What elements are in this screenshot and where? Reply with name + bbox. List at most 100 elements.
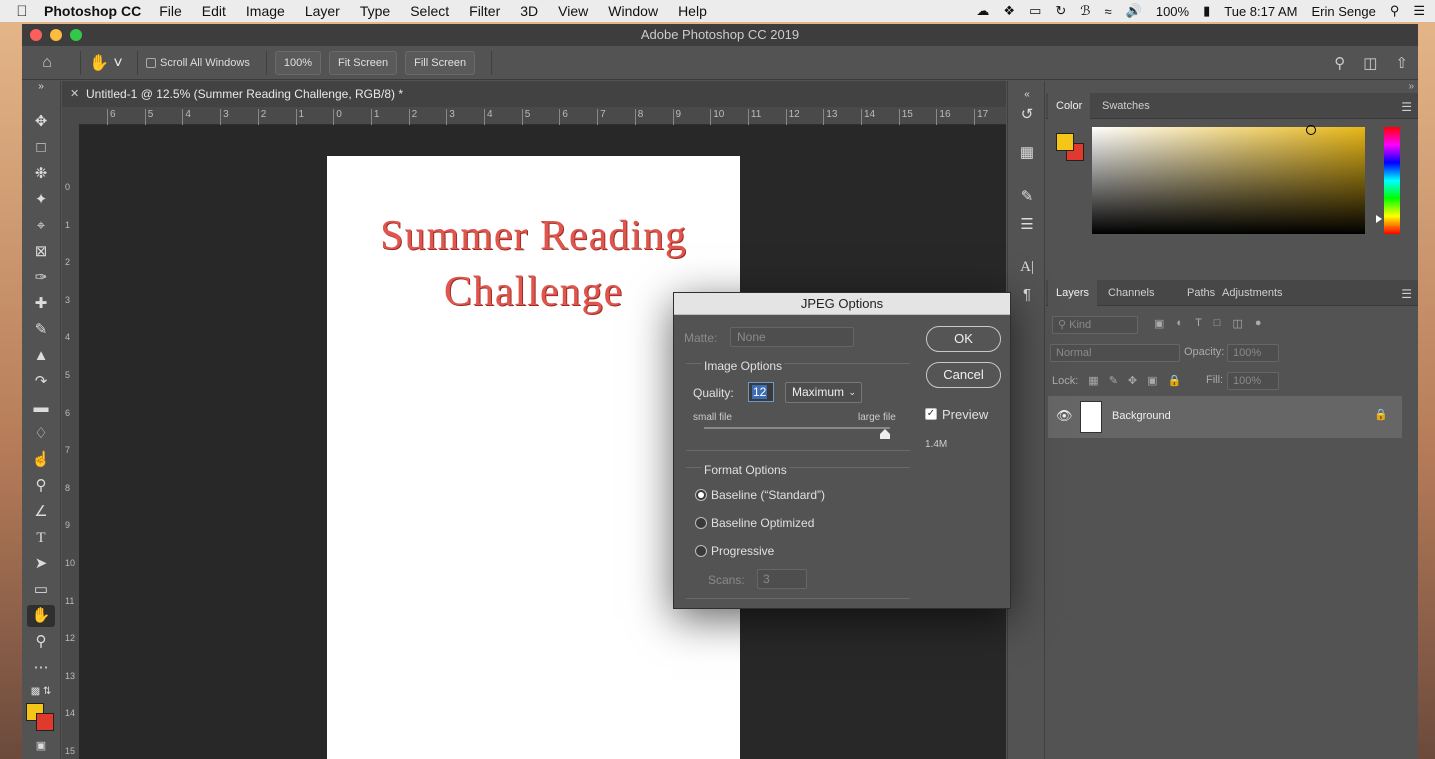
swap-colors-icon[interactable]: ▩ ⇅ (27, 681, 55, 703)
background-color-swatch[interactable] (36, 713, 54, 731)
hand-tool-preset-icon[interactable]: ✋ ˅ (89, 53, 129, 73)
baseline-standard-label[interactable]: Baseline (“Standard”) (711, 488, 825, 502)
dropbox-icon[interactable]: ❖ (1003, 3, 1015, 19)
smudge-tool-icon[interactable]: ☝ (27, 449, 55, 471)
stamp-tool-icon[interactable]: ▲ (27, 345, 55, 367)
3d-panel-icon[interactable]: ▦ (1017, 143, 1037, 163)
layer-name[interactable]: Background (1112, 410, 1171, 422)
collapse-panels-icon[interactable]: » (1408, 81, 1414, 92)
progressive-label[interactable]: Progressive (711, 544, 774, 558)
blend-mode-select[interactable]: Normal (1050, 344, 1180, 362)
clock[interactable]: Tue 8:17 AM (1224, 4, 1297, 19)
rectangle-tool-icon[interactable]: ▭ (27, 579, 55, 601)
color-panel-menu-icon[interactable]: ☰ (1401, 100, 1412, 114)
vertical-ruler[interactable]: 0 1 2 3 4 5 6 7 8 9 10 11 12 13 14 15 (62, 125, 79, 759)
opacity-input[interactable]: 100% (1227, 344, 1279, 362)
tab-swatches[interactable]: Swatches (1094, 93, 1158, 119)
baseline-optimized-label[interactable]: Baseline Optimized (711, 516, 814, 530)
lock-position-icon[interactable]: ✥ (1128, 374, 1137, 387)
filter-toggle-icon[interactable]: ● (1255, 317, 1262, 330)
quality-preset-select[interactable]: Maximum ⌄ (785, 382, 862, 403)
layer-lock-icon[interactable]: 🔒 (1374, 408, 1388, 421)
pen-tool-icon[interactable]: ∠ (27, 501, 55, 523)
menu-layer[interactable]: Layer (305, 3, 340, 19)
hue-slider-handle[interactable] (1376, 215, 1382, 223)
frame-tool-icon[interactable]: ⊠ (27, 241, 55, 263)
filter-pixel-icon[interactable]: ▣ (1154, 317, 1164, 330)
history-panel-icon[interactable]: ↺ (1017, 105, 1037, 125)
document-tab[interactable]: ✕ Untitled-1 @ 12.5% (Summer Reading Cha… (62, 81, 1006, 107)
lock-artboard-icon[interactable]: ▣ (1147, 374, 1157, 387)
layer-filter-select[interactable]: ⚲ Kind (1052, 316, 1138, 334)
color-picker-cursor[interactable] (1306, 125, 1316, 135)
brush-settings-icon[interactable]: ✎ (1017, 187, 1037, 207)
zoom-window-button[interactable] (70, 29, 82, 41)
quality-input[interactable]: 12 (748, 382, 774, 402)
healing-brush-tool-icon[interactable]: ✚ (27, 293, 55, 315)
ok-button[interactable]: OK (926, 326, 1001, 352)
scans-select[interactable]: 3 (757, 569, 807, 589)
tab-color[interactable]: Color (1048, 93, 1091, 119)
horizontal-ruler[interactable]: 6 5 4 3 2 1 0 1 2 3 4 5 6 7 8 9 10 11 12 13 14 15 16 17 (79, 107, 1006, 125)
minimize-window-button[interactable] (50, 29, 62, 41)
lock-all-icon[interactable]: 🔒 (1168, 374, 1182, 387)
apple-icon[interactable]:  (0, 3, 44, 20)
cancel-button[interactable]: Cancel (926, 362, 1001, 388)
layers-panel-menu-icon[interactable]: ☰ (1401, 287, 1412, 301)
lock-transparent-icon[interactable]: ▦ (1088, 374, 1098, 387)
history-brush-tool-icon[interactable]: ↷ (27, 371, 55, 393)
crop-tool-icon[interactable]: ⌖ (27, 215, 55, 237)
layer-visibility-eye-icon[interactable]: 👁 (1056, 408, 1073, 424)
tab-layers[interactable]: Layers (1048, 280, 1098, 306)
baseline-standard-radio[interactable] (695, 489, 707, 501)
quick-mask-icon[interactable]: ▣ (27, 735, 55, 757)
filter-adjustment-icon[interactable]: ◐ (1176, 317, 1183, 330)
progressive-radio[interactable] (695, 545, 707, 557)
airplay-icon[interactable]: ▭ (1029, 3, 1041, 19)
adjustments-sliders-icon[interactable]: ☰ (1017, 215, 1037, 235)
search-icon[interactable]: ⚲ (1334, 54, 1345, 72)
menu-edit[interactable]: Edit (202, 3, 226, 19)
workspace-icon[interactable]: ◫ (1363, 54, 1377, 72)
tab-adjustments[interactable]: Adjustments (1214, 280, 1291, 306)
lasso-tool-icon[interactable]: ❉ (27, 163, 55, 185)
fill-input[interactable]: 100% (1227, 372, 1279, 390)
matte-select[interactable]: None (730, 327, 854, 347)
scroll-all-windows-option[interactable]: Scroll All Windows (146, 57, 250, 69)
home-icon[interactable]: ⌂ (22, 54, 72, 72)
magic-wand-tool-icon[interactable]: ✦ (27, 189, 55, 211)
zoom-tool-icon[interactable]: ⚲ (27, 631, 55, 653)
character-panel-icon[interactable]: A| (1017, 257, 1037, 277)
creative-cloud-icon[interactable]: ☁ (976, 3, 989, 19)
hue-slider[interactable] (1376, 127, 1400, 234)
menu-3d[interactable]: 3D (520, 3, 538, 19)
color-picker-field[interactable] (1092, 125, 1365, 234)
brush-tool-icon[interactable]: ✎ (27, 319, 55, 341)
volume-icon[interactable]: 🔊 (1126, 3, 1142, 19)
eraser-tool-icon[interactable]: ▬ (27, 397, 55, 419)
notification-center-icon[interactable]: ☰ (1413, 3, 1425, 19)
color-panel-foreground-swatch[interactable] (1056, 133, 1074, 151)
menu-view[interactable]: View (558, 3, 588, 19)
baseline-optimized-radio[interactable] (695, 517, 707, 529)
expand-panels-icon[interactable]: « (1017, 85, 1037, 105)
bluetooth-icon[interactable]: ℬ (1080, 3, 1090, 19)
fit-screen-button[interactable]: Fit Screen (329, 50, 398, 75)
menu-filter[interactable]: Filter (469, 3, 500, 19)
fill-screen-button[interactable]: Fill Screen (405, 50, 476, 75)
ruler-origin[interactable] (62, 107, 79, 125)
layer-row-background[interactable]: 👁 Background 🔒 (1048, 396, 1402, 438)
paragraph-panel-icon[interactable]: ¶ (1017, 285, 1037, 305)
preview-checkbox[interactable]: ✓ (925, 408, 937, 420)
share-icon[interactable]: ⇧ (1395, 54, 1408, 72)
battery-icon[interactable]: ▮ (1203, 3, 1210, 19)
time-machine-icon[interactable]: ↻ (1055, 3, 1066, 19)
zoom-100-button[interactable]: 100% (274, 50, 321, 75)
battery-percent[interactable]: 100% (1156, 4, 1189, 19)
tab-channels[interactable]: Channels (1100, 280, 1162, 306)
menu-app-name[interactable]: Photoshop CC (44, 3, 141, 19)
menu-type[interactable]: Type (360, 3, 390, 19)
path-selection-tool-icon[interactable]: ➤ (27, 553, 55, 575)
filter-shape-icon[interactable]: □ (1214, 317, 1221, 330)
marquee-tool-icon[interactable]: □ (27, 137, 55, 159)
